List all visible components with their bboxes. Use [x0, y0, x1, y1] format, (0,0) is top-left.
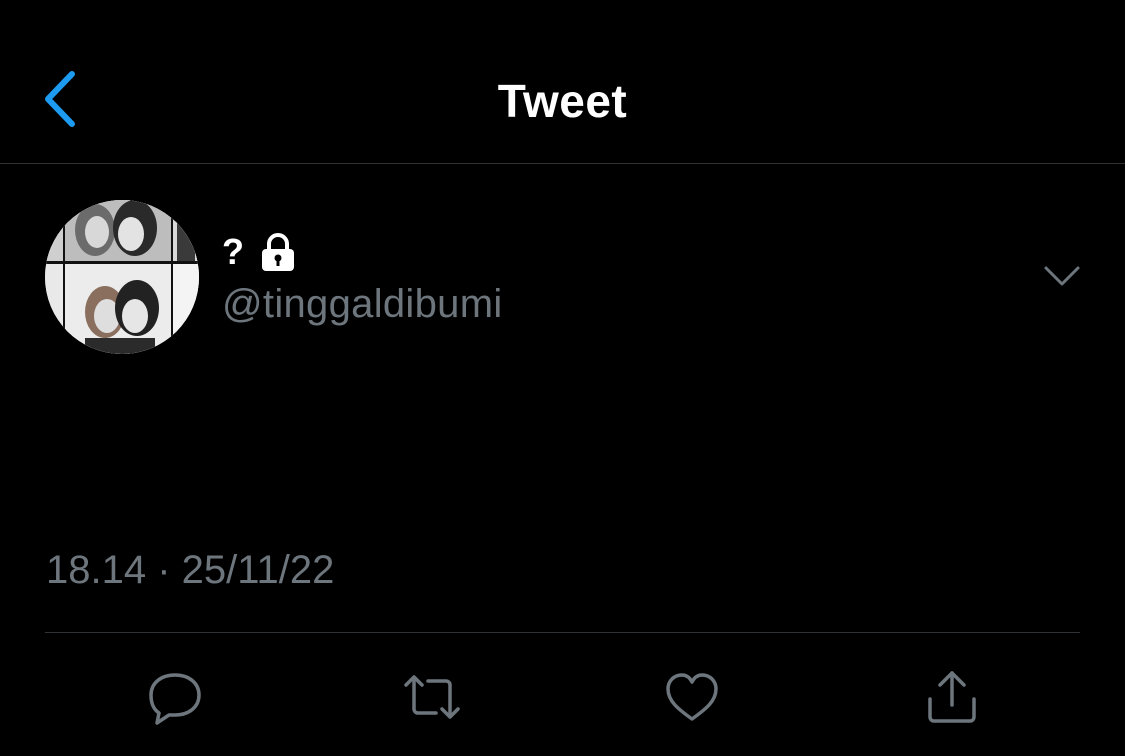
tweet-options-button[interactable] — [1042, 260, 1082, 292]
divider — [45, 632, 1080, 633]
share-button[interactable] — [919, 664, 985, 730]
author-name-row[interactable]: ? — [222, 231, 298, 272]
reply-icon — [149, 673, 201, 725]
author-display-name: ? — [222, 231, 244, 272]
retweet-button[interactable] — [399, 664, 465, 730]
retweet-icon — [404, 675, 460, 719]
reply-button[interactable] — [142, 664, 208, 730]
top-nav-bar: Tweet — [0, 0, 1125, 164]
like-button[interactable] — [659, 664, 725, 730]
author-handle[interactable]: @tinggaldibumi — [222, 282, 503, 327]
tweet-timestamp[interactable]: 18.14 · 25/11/22 — [46, 548, 334, 593]
avatar-photo — [45, 200, 199, 354]
share-icon — [928, 671, 976, 723]
page-title: Tweet — [497, 75, 628, 127]
tweet-text: 😳 — [48, 408, 118, 478]
lock-icon — [262, 233, 294, 271]
author-avatar[interactable] — [45, 200, 199, 354]
flushed-face-emoji-icon — [48, 408, 118, 478]
chevron-down-icon — [1044, 266, 1080, 286]
like-icon — [666, 673, 718, 721]
